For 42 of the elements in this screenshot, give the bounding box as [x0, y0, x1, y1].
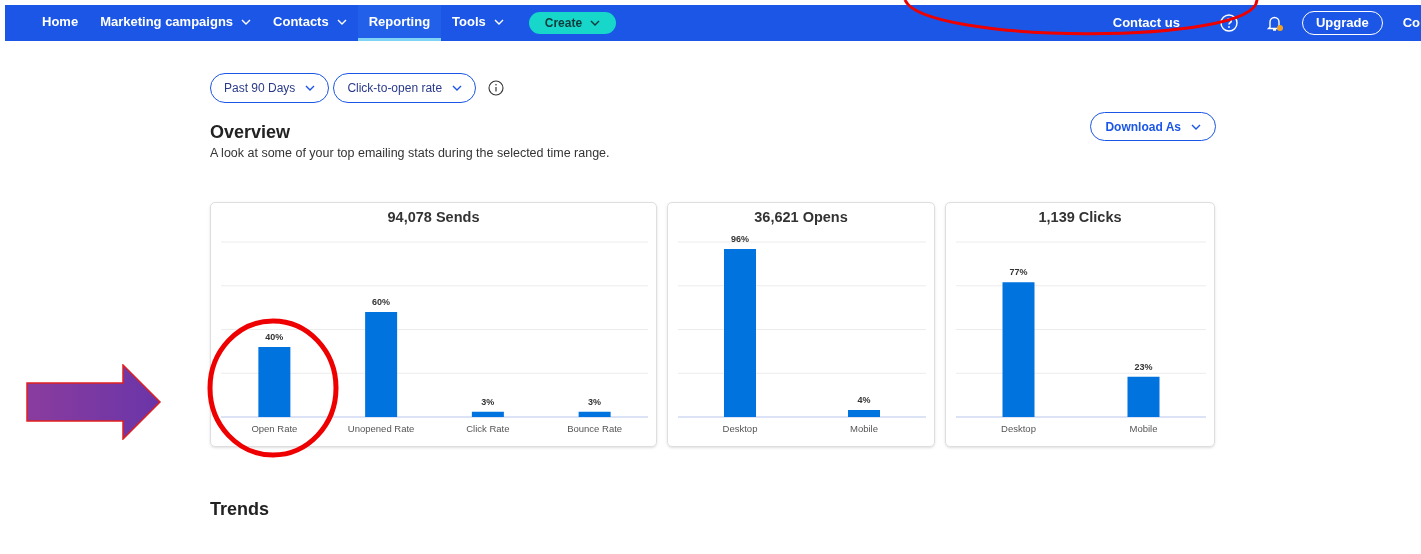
value-label: 60% — [372, 296, 391, 307]
value-label: 40% — [265, 331, 284, 342]
card-title: 36,621 Opens — [753, 207, 849, 227]
category-label: Click Rate — [466, 422, 510, 434]
category-label: Mobile — [1129, 422, 1158, 434]
create-button[interactable]: Create — [528, 12, 617, 34]
bell-icon[interactable] — [1265, 14, 1284, 32]
contact-link[interactable]: Contact us — [1112, 13, 1180, 33]
chevron-down-icon — [452, 85, 463, 91]
chart-bar — [471, 411, 504, 417]
value-label: 3% — [588, 396, 602, 407]
category-label: Unopened Rate — [347, 422, 415, 434]
category-label: Bounce Rate — [567, 422, 623, 434]
category-label: Open Rate — [251, 422, 298, 434]
value-label: 4% — [857, 394, 871, 405]
help-icon[interactable] — [1219, 14, 1238, 32]
chart-bar — [1127, 376, 1160, 417]
chevron-down-icon — [1191, 123, 1201, 130]
chevron-down-icon — [590, 20, 601, 26]
nav-tab[interactable]: Reporting — [357, 5, 442, 41]
value-label: 77% — [1009, 267, 1028, 277]
section-title: Trends — [210, 497, 271, 521]
nav-item[interactable]: Co — [1402, 13, 1421, 33]
card-title: 94,078 Sends — [386, 207, 481, 227]
card-title: 1,139 Clicks — [1037, 207, 1123, 227]
value-label: 23% — [1134, 361, 1153, 372]
info-icon[interactable] — [488, 80, 505, 96]
value-label: 96% — [731, 234, 749, 244]
section-title: Overview — [210, 121, 292, 143]
value-label: 3% — [481, 396, 495, 407]
chart-bar — [258, 346, 291, 417]
chart-bar — [848, 409, 880, 417]
section-subtitle: A look at some of your top emailing stats during the selected time range. — [210, 145, 610, 162]
category-label: Mobile — [850, 422, 878, 434]
nav-tab[interactable]: Tools — [441, 5, 515, 41]
chart-bar — [578, 411, 611, 417]
nav-tab[interactable]: Marketing campaigns — [89, 5, 263, 41]
nav-tab[interactable]: Contacts — [262, 5, 358, 41]
category-label: Desktop — [1001, 422, 1036, 434]
nav-tab[interactable]: Home — [31, 5, 90, 41]
category-label: Desktop — [722, 422, 758, 434]
chevron-down-icon — [305, 85, 316, 91]
